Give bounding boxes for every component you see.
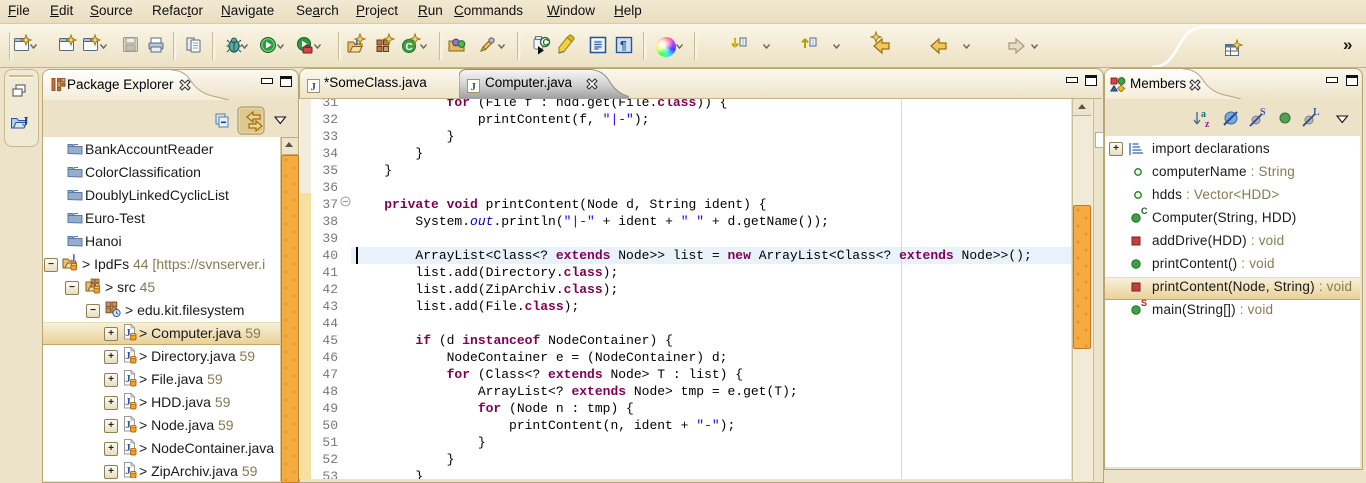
svg-text:S: S [1141,298,1147,308]
svg-text:L: L [1313,107,1320,118]
svg-text:J: J [71,253,76,263]
svg-text:C: C [1141,206,1148,216]
svg-text:z: z [1205,119,1210,130]
svg-text:¶: ¶ [620,39,627,53]
svg-text:C: C [406,42,413,53]
svg-text:J: J [311,81,317,93]
svg-text:C: C [543,38,550,48]
svg-text:»: » [1343,35,1352,54]
svg-text:J: J [471,81,477,93]
svg-text:J: J [22,114,29,129]
